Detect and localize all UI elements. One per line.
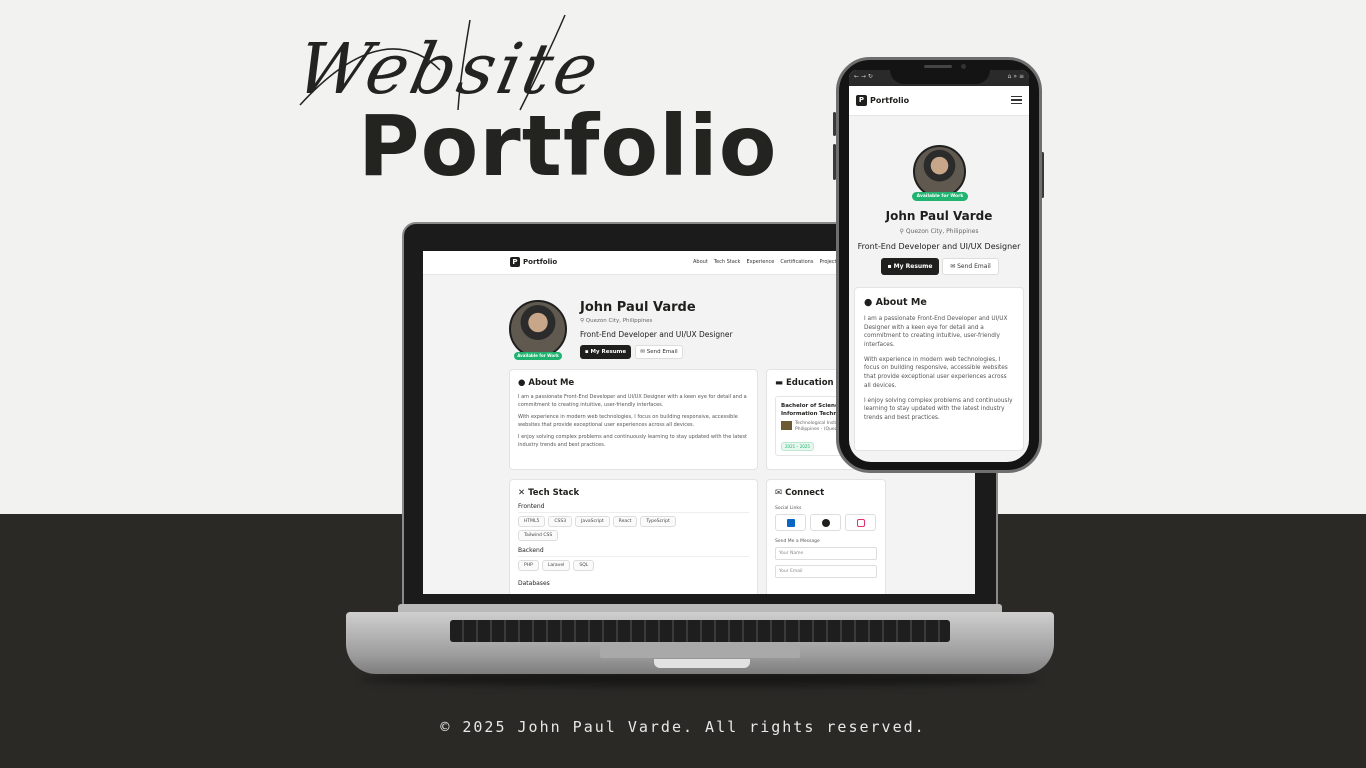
name-input[interactable]: Your Name bbox=[775, 547, 877, 560]
logo-text: Portfolio bbox=[523, 258, 558, 266]
site-nav-menu: About Tech Stack Experience Certificatio… bbox=[693, 259, 839, 265]
back-arrow-icon[interactable]: ← → ↻ bbox=[854, 73, 873, 80]
nav-item-about[interactable]: About bbox=[693, 259, 708, 265]
resume-button[interactable]: ▪ My Resume bbox=[580, 345, 631, 359]
connect-title-text: Connect bbox=[785, 488, 825, 498]
footer-copyright: © 2025 John Paul Varde. All rights reser… bbox=[440, 718, 926, 736]
logo-icon: P bbox=[510, 257, 520, 267]
linkedin-icon[interactable] bbox=[775, 514, 806, 531]
tech-chip: CSS3 bbox=[548, 516, 573, 527]
education-title-text: Education bbox=[786, 378, 834, 388]
tech-stack-card: ✕ Tech Stack Frontend HTML5 CSS3 JavaScr… bbox=[509, 479, 758, 594]
send-email-button[interactable]: ✉ Send Email bbox=[635, 345, 683, 359]
github-icon[interactable] bbox=[810, 514, 841, 531]
browser-tools-icon[interactable]: ⌂ » ≡ bbox=[1008, 73, 1024, 80]
nav-item-tech-stack[interactable]: Tech Stack bbox=[714, 259, 741, 265]
nav-item-certifications[interactable]: Certifications bbox=[780, 259, 813, 265]
email-label: Send Email bbox=[957, 263, 991, 270]
phone-about-card: ● About Me I am a passionate Front-End D… bbox=[854, 287, 1024, 451]
phone-profile-location: ⚲ Quezon City, Philippines bbox=[849, 228, 1029, 235]
tech-stack-title: ✕ Tech Stack bbox=[518, 488, 749, 498]
tools-icon: ✕ bbox=[518, 488, 529, 498]
laptop-keyboard bbox=[450, 620, 950, 642]
about-title: ● About Me bbox=[518, 378, 749, 388]
graduation-cap-icon: ▬ bbox=[775, 378, 786, 388]
tech-chip: SQL bbox=[573, 560, 595, 571]
hero-title: Portfolio bbox=[358, 97, 778, 195]
tech-chip: TypeScript bbox=[640, 516, 676, 527]
social-links bbox=[775, 514, 877, 531]
connect-card: ✉ Connect Social Links Send Me a Message… bbox=[766, 479, 886, 594]
available-badge: Available for Work bbox=[514, 352, 562, 360]
phone-available-badge: Available for Work bbox=[912, 192, 968, 201]
phone-resume-button[interactable]: ▪ My Resume bbox=[881, 258, 939, 275]
tech-chip: PHP bbox=[518, 560, 539, 571]
profile-location: ⚲ Quezon City, Philippines bbox=[580, 318, 652, 324]
connect-title: ✉ Connect bbox=[775, 488, 877, 498]
tech-group-backend: PHP Laravel SQL bbox=[518, 560, 749, 571]
location-text: Quezon City, Philippines bbox=[585, 318, 653, 324]
laptop-shadow bbox=[360, 672, 1040, 686]
tech-group-databases-label: Databases bbox=[518, 580, 550, 587]
tech-chip: Laravel bbox=[541, 560, 571, 571]
education-years: 2021 – 2025 bbox=[781, 442, 814, 452]
laptop-trackpad bbox=[600, 644, 800, 658]
phone-site-navbar: P Portfolio bbox=[849, 86, 1029, 116]
email-input[interactable]: Your Email bbox=[775, 565, 877, 578]
phone-screen: ← → ↻ ⌂ » ≡ P Portfolio Available for Wo… bbox=[849, 70, 1029, 462]
message-form-label: Send Me a Message bbox=[775, 539, 820, 544]
about-paragraph-1: I am a passionate Front-End Developer an… bbox=[518, 394, 747, 408]
phone-about-paragraph-1: I am a passionate Front-End Developer an… bbox=[864, 316, 1008, 349]
profile-role: Front-End Developer and UI/UX Designer bbox=[580, 330, 733, 339]
nav-item-experience[interactable]: Experience bbox=[746, 259, 774, 265]
phone-notch bbox=[890, 62, 990, 84]
phone-about-title: ● About Me bbox=[864, 297, 1014, 308]
logo-text: Portfolio bbox=[870, 96, 910, 105]
about-title-text: About Me bbox=[528, 378, 575, 388]
about-paragraph-2: With experience in modern web technologi… bbox=[518, 414, 738, 428]
tech-group-backend-label: Backend bbox=[518, 547, 749, 557]
profile-name: John Paul Varde bbox=[580, 300, 696, 315]
location-text: Quezon City, Philippines bbox=[905, 228, 979, 235]
hero-script-word: Website bbox=[289, 28, 609, 110]
tech-chip: Tailwind CSS bbox=[518, 530, 559, 541]
user-icon: ● bbox=[864, 297, 876, 308]
resume-label: My Resume bbox=[590, 349, 627, 355]
email-label: Send Email bbox=[646, 349, 678, 355]
phone-send-email-button[interactable]: ✉ Send Email bbox=[942, 258, 999, 275]
school-logo-icon bbox=[781, 420, 792, 430]
about-title-text: About Me bbox=[875, 297, 927, 308]
tech-chip: React bbox=[612, 516, 638, 527]
profile-avatar bbox=[509, 300, 567, 358]
tech-group-frontend: HTML5 CSS3 JavaScript React TypeScript T… bbox=[518, 516, 718, 541]
tech-group-frontend-label: Frontend bbox=[518, 503, 749, 513]
phone-profile-role: Front-End Developer and UI/UX Designer bbox=[857, 242, 1021, 251]
phone-camera bbox=[961, 64, 966, 69]
about-paragraph-3: I enjoy solving complex problems and con… bbox=[518, 434, 747, 448]
phone-about-paragraph-3: I enjoy solving complex problems and con… bbox=[864, 397, 1013, 421]
resume-label: My Resume bbox=[893, 263, 933, 270]
user-icon: ● bbox=[518, 378, 529, 388]
phone-about-paragraph-2: With experience in modern web technologi… bbox=[864, 356, 1008, 389]
hamburger-menu-icon[interactable] bbox=[1011, 96, 1022, 104]
logo-icon: P bbox=[856, 95, 867, 106]
tech-chip: JavaScript bbox=[575, 516, 610, 527]
social-links-label: Social Links bbox=[775, 506, 802, 511]
about-card: ● About Me I am a passionate Front-End D… bbox=[509, 369, 758, 470]
instagram-icon[interactable] bbox=[845, 514, 876, 531]
phone-profile-avatar bbox=[913, 145, 966, 198]
envelope-icon: ✉ bbox=[775, 488, 786, 498]
tech-chip: HTML5 bbox=[518, 516, 546, 527]
tech-stack-title-text: Tech Stack bbox=[528, 488, 580, 498]
site-logo[interactable]: P Portfolio bbox=[510, 257, 557, 267]
phone-profile-name: John Paul Varde bbox=[885, 209, 993, 223]
phone-speaker bbox=[924, 65, 952, 68]
laptop-front-notch bbox=[654, 659, 750, 668]
phone-site-logo[interactable]: P Portfolio bbox=[856, 95, 909, 106]
